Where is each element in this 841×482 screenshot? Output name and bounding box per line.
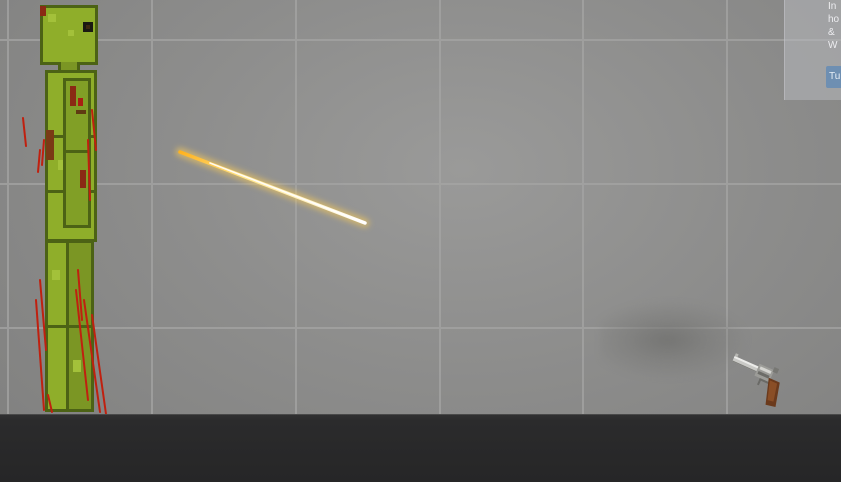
ground-floor: [0, 414, 841, 482]
hint-line: &: [828, 27, 835, 38]
revolver-icon[interactable]: [726, 352, 796, 412]
hint-line: ho: [828, 14, 840, 25]
hint-line: In: [828, 1, 837, 12]
hint-button[interactable]: Tu: [826, 66, 841, 88]
hint-line: W: [828, 40, 838, 51]
hint-text: In ho & W: [828, 0, 841, 52]
hint-panel: In ho & W Tu: [784, 0, 841, 100]
sandbox-scene[interactable]: In ho & W Tu: [0, 0, 841, 482]
bullet-tracer-icon: [175, 147, 370, 228]
melon-ragdoll-icon[interactable]: [18, 0, 118, 416]
